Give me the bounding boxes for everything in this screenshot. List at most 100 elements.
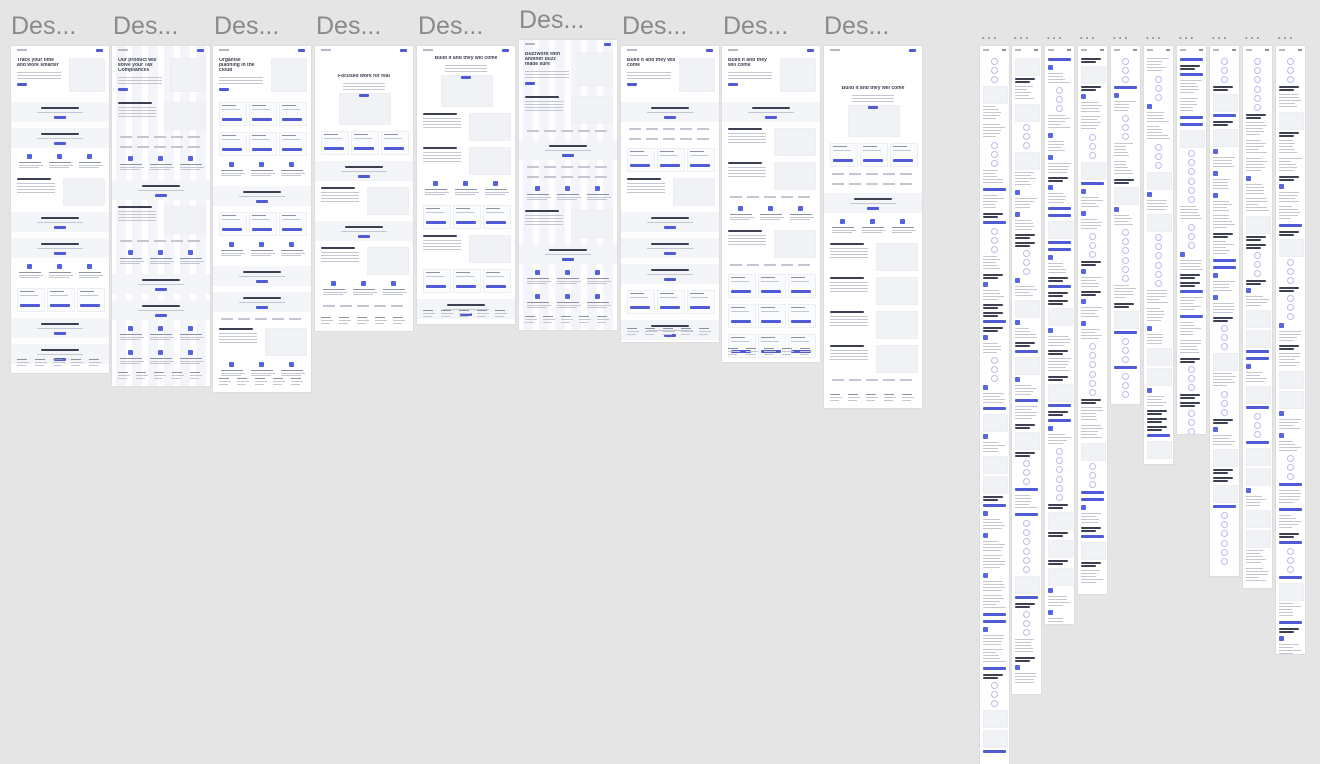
mobile-button[interactable] xyxy=(1279,483,1302,486)
card-button[interactable] xyxy=(833,159,853,162)
footer-link[interactable] xyxy=(561,322,570,323)
band-button[interactable] xyxy=(54,116,66,119)
card-button[interactable] xyxy=(456,285,476,288)
mobile-button[interactable] xyxy=(1114,86,1137,89)
band-button[interactable] xyxy=(562,258,574,261)
card-button[interactable] xyxy=(426,285,446,288)
card-button[interactable] xyxy=(20,304,40,307)
card-button[interactable] xyxy=(630,164,650,167)
mobile-frame[interactable] xyxy=(1045,46,1074,624)
footer-link[interactable] xyxy=(172,378,181,379)
mobile-button[interactable] xyxy=(1279,576,1302,579)
footer-link[interactable] xyxy=(627,334,636,335)
card-button[interactable] xyxy=(731,290,751,293)
band-button[interactable] xyxy=(664,226,676,229)
footer-link[interactable] xyxy=(866,400,875,401)
footer-link[interactable] xyxy=(118,375,130,376)
mobile-button[interactable] xyxy=(1081,182,1104,185)
card-button[interactable] xyxy=(791,320,811,323)
footer-link[interactable] xyxy=(71,365,80,366)
mobile-button[interactable] xyxy=(1246,350,1269,353)
footer-link[interactable] xyxy=(35,365,44,366)
footer-link[interactable] xyxy=(255,384,264,385)
band-button[interactable] xyxy=(562,154,574,157)
mobile-button[interactable] xyxy=(983,613,1006,616)
mobile-button[interactable] xyxy=(1180,58,1203,61)
footer-link[interactable] xyxy=(782,351,794,352)
footer-link[interactable] xyxy=(321,323,330,324)
footer-link[interactable] xyxy=(190,378,199,379)
footer-link[interactable] xyxy=(291,381,303,382)
band-button[interactable] xyxy=(664,252,676,255)
band-button[interactable] xyxy=(358,235,370,238)
mobile-button[interactable] xyxy=(983,407,1006,410)
footer-link[interactable] xyxy=(782,354,791,355)
mobile-button[interactable] xyxy=(1048,207,1071,210)
card-button[interactable] xyxy=(80,304,100,307)
mobile-button[interactable] xyxy=(1015,399,1038,402)
footer-link[interactable] xyxy=(800,354,809,355)
band-button[interactable] xyxy=(155,288,167,291)
footer-link[interactable] xyxy=(154,378,163,379)
footer-link[interactable] xyxy=(848,397,860,398)
mobile-button[interactable] xyxy=(983,320,1006,323)
card-button[interactable] xyxy=(456,221,476,224)
frame-title[interactable]: ... xyxy=(1244,24,1261,44)
nav-cta-button[interactable] xyxy=(96,49,103,52)
footer-link[interactable] xyxy=(746,354,755,355)
frame-title[interactable]: ... xyxy=(1178,24,1195,44)
band-button[interactable] xyxy=(54,252,66,255)
frame-title[interactable]: Des... xyxy=(113,12,178,41)
mobile-button[interactable] xyxy=(1213,114,1236,117)
footer-link[interactable] xyxy=(459,313,471,314)
card-button[interactable] xyxy=(893,159,913,162)
footer-link[interactable] xyxy=(53,362,65,363)
footer-link[interactable] xyxy=(172,375,184,376)
mobile-button[interactable] xyxy=(1081,498,1104,501)
mobile-button[interactable] xyxy=(1246,357,1269,360)
mobile-frame[interactable] xyxy=(1210,46,1239,576)
footer-link[interactable] xyxy=(597,322,606,323)
frame-title[interactable]: Des... xyxy=(418,12,483,41)
band-button[interactable] xyxy=(155,314,167,317)
card-button[interactable] xyxy=(252,228,272,231)
hero-cta-button[interactable] xyxy=(627,83,637,86)
design-canvas[interactable]: Des... Track your time and work smarter Des… xyxy=(0,0,1320,764)
footer-link[interactable] xyxy=(219,384,228,385)
band-button[interactable] xyxy=(54,332,66,335)
band-button[interactable] xyxy=(54,142,66,145)
footer-link[interactable] xyxy=(71,362,83,363)
band-button[interactable] xyxy=(256,200,268,203)
mobile-button[interactable] xyxy=(1213,259,1236,262)
footer-link[interactable] xyxy=(441,316,450,317)
mobile-frame[interactable] xyxy=(980,46,1009,764)
footer-link[interactable] xyxy=(681,334,690,335)
mobile-button[interactable] xyxy=(1180,123,1203,126)
mobile-button[interactable] xyxy=(1180,290,1203,293)
mobile-button[interactable] xyxy=(983,188,1006,191)
frame-title[interactable]: ... xyxy=(981,24,998,44)
footer-link[interactable] xyxy=(375,320,387,321)
footer-link[interactable] xyxy=(136,375,148,376)
desktop-frame[interactable]: Build it and they will come xyxy=(824,46,922,408)
desktop-frame[interactable]: Track your time and work smarter xyxy=(11,46,109,373)
frame-title[interactable]: Des... xyxy=(824,12,889,41)
footer-link[interactable] xyxy=(477,313,489,314)
card-button[interactable] xyxy=(354,147,374,150)
nav-cta-button[interactable] xyxy=(197,49,204,52)
footer-link[interactable] xyxy=(902,400,911,401)
desktop-frame[interactable]: Build it and they will come xyxy=(621,46,719,342)
footer-link[interactable] xyxy=(321,320,333,321)
card-button[interactable] xyxy=(282,228,302,231)
mobile-button[interactable] xyxy=(1048,241,1071,244)
card-button[interactable] xyxy=(660,306,680,309)
frame-title[interactable]: Des... xyxy=(519,6,584,35)
footer-link[interactable] xyxy=(699,331,711,332)
footer-link[interactable] xyxy=(543,319,555,320)
nav-cta-button[interactable] xyxy=(807,49,814,52)
mobile-button[interactable] xyxy=(983,620,1006,623)
mobile-button[interactable] xyxy=(1048,214,1071,217)
menu-icon[interactable] xyxy=(1034,49,1038,51)
mobile-frame[interactable] xyxy=(1276,46,1305,654)
footer-link[interactable] xyxy=(543,322,552,323)
